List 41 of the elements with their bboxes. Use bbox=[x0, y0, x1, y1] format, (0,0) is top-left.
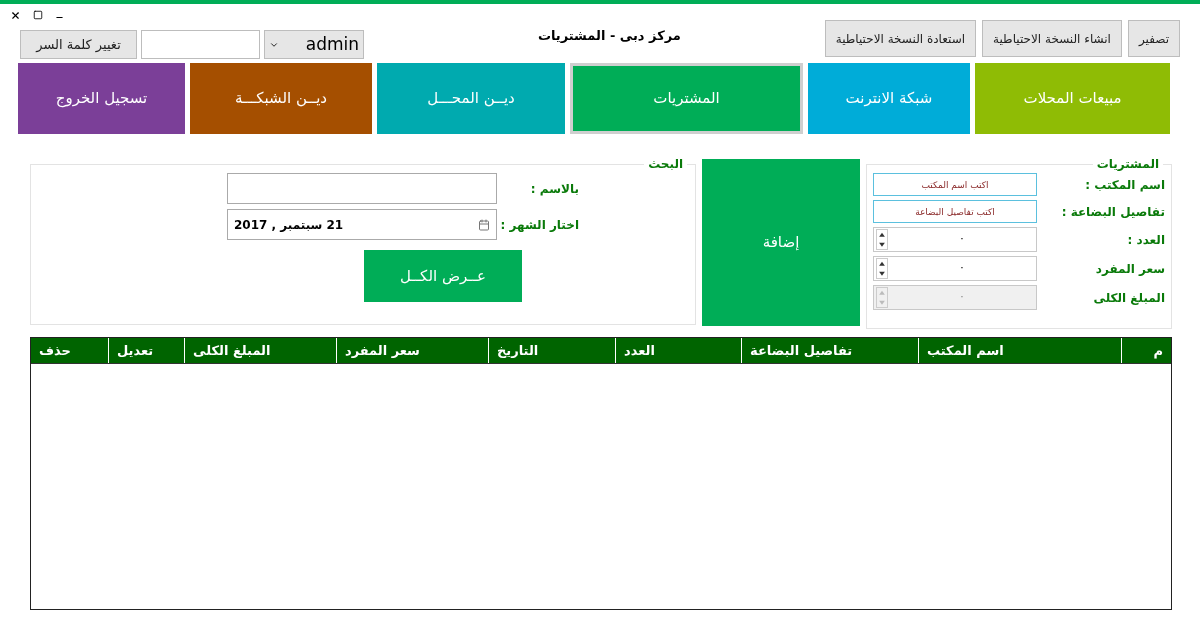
column-header[interactable]: سعر المفرد bbox=[336, 338, 488, 363]
column-header[interactable]: المبلغ الكلى bbox=[184, 338, 336, 363]
spinner-arrows-icon[interactable] bbox=[876, 258, 888, 279]
number-spinner[interactable]: ٠ bbox=[873, 256, 1037, 281]
panel-title: المشتريات bbox=[1095, 156, 1160, 173]
maximize-icon[interactable] bbox=[33, 10, 43, 20]
column-header[interactable]: حذف bbox=[31, 338, 108, 363]
close-icon[interactable] bbox=[10, 9, 21, 21]
number-value: ٠ bbox=[958, 260, 966, 277]
toolbar-button[interactable]: انشاء النسخة الاحتياطية bbox=[982, 20, 1122, 57]
column-header[interactable]: التاريخ bbox=[488, 338, 615, 363]
toolbar-button[interactable]: تصفير bbox=[1127, 20, 1180, 57]
field-label: تفاصيل البضاعة : bbox=[1061, 203, 1165, 221]
toolbar-button[interactable]: استعادة النسخة الاحتياطية bbox=[824, 20, 977, 57]
password-field[interactable] bbox=[141, 30, 260, 59]
column-header[interactable]: اسم المكتب bbox=[918, 338, 1121, 363]
date-picker[interactable]: 21 سبتمبر , 2017 bbox=[227, 209, 497, 240]
user-dropdown[interactable]: admin bbox=[264, 30, 364, 59]
field-label: بالاسم : bbox=[529, 180, 579, 198]
calendar-icon bbox=[478, 218, 490, 231]
change-password-button[interactable]: تغيير كلمة السر bbox=[20, 30, 137, 59]
column-header[interactable]: تعديل bbox=[108, 338, 184, 363]
field-label: اختار الشهر : bbox=[499, 216, 579, 234]
nav-tile[interactable]: تسجيل الخروج bbox=[18, 63, 185, 134]
field-label: اسم المكتب : bbox=[1085, 176, 1165, 194]
number-spinner[interactable]: ٠ bbox=[873, 227, 1037, 252]
field-label: المبلغ الكلى bbox=[1093, 289, 1165, 307]
nav-tile[interactable]: ديــن الشبكـــة bbox=[190, 63, 372, 134]
number-value: ٠ bbox=[958, 289, 966, 306]
name-field[interactable] bbox=[227, 173, 497, 204]
field-label: سعر المفرد bbox=[1095, 260, 1165, 278]
text-field[interactable]: اكتب اسم المكتب bbox=[873, 173, 1037, 196]
column-header[interactable]: م bbox=[1121, 338, 1171, 363]
column-header[interactable]: تفاصيل البضاعة bbox=[741, 338, 918, 363]
text-field[interactable]: اكتب تفاصيل البضاعة bbox=[873, 200, 1037, 223]
number-value: ٠ bbox=[958, 231, 966, 248]
spinner-arrows-icon[interactable] bbox=[876, 229, 888, 250]
field-label: العدد : bbox=[1127, 231, 1165, 249]
panel-title: البحث bbox=[647, 156, 684, 173]
window-title: مركز دبى - المشتريات bbox=[537, 27, 681, 45]
column-header[interactable]: العدد bbox=[615, 338, 741, 363]
